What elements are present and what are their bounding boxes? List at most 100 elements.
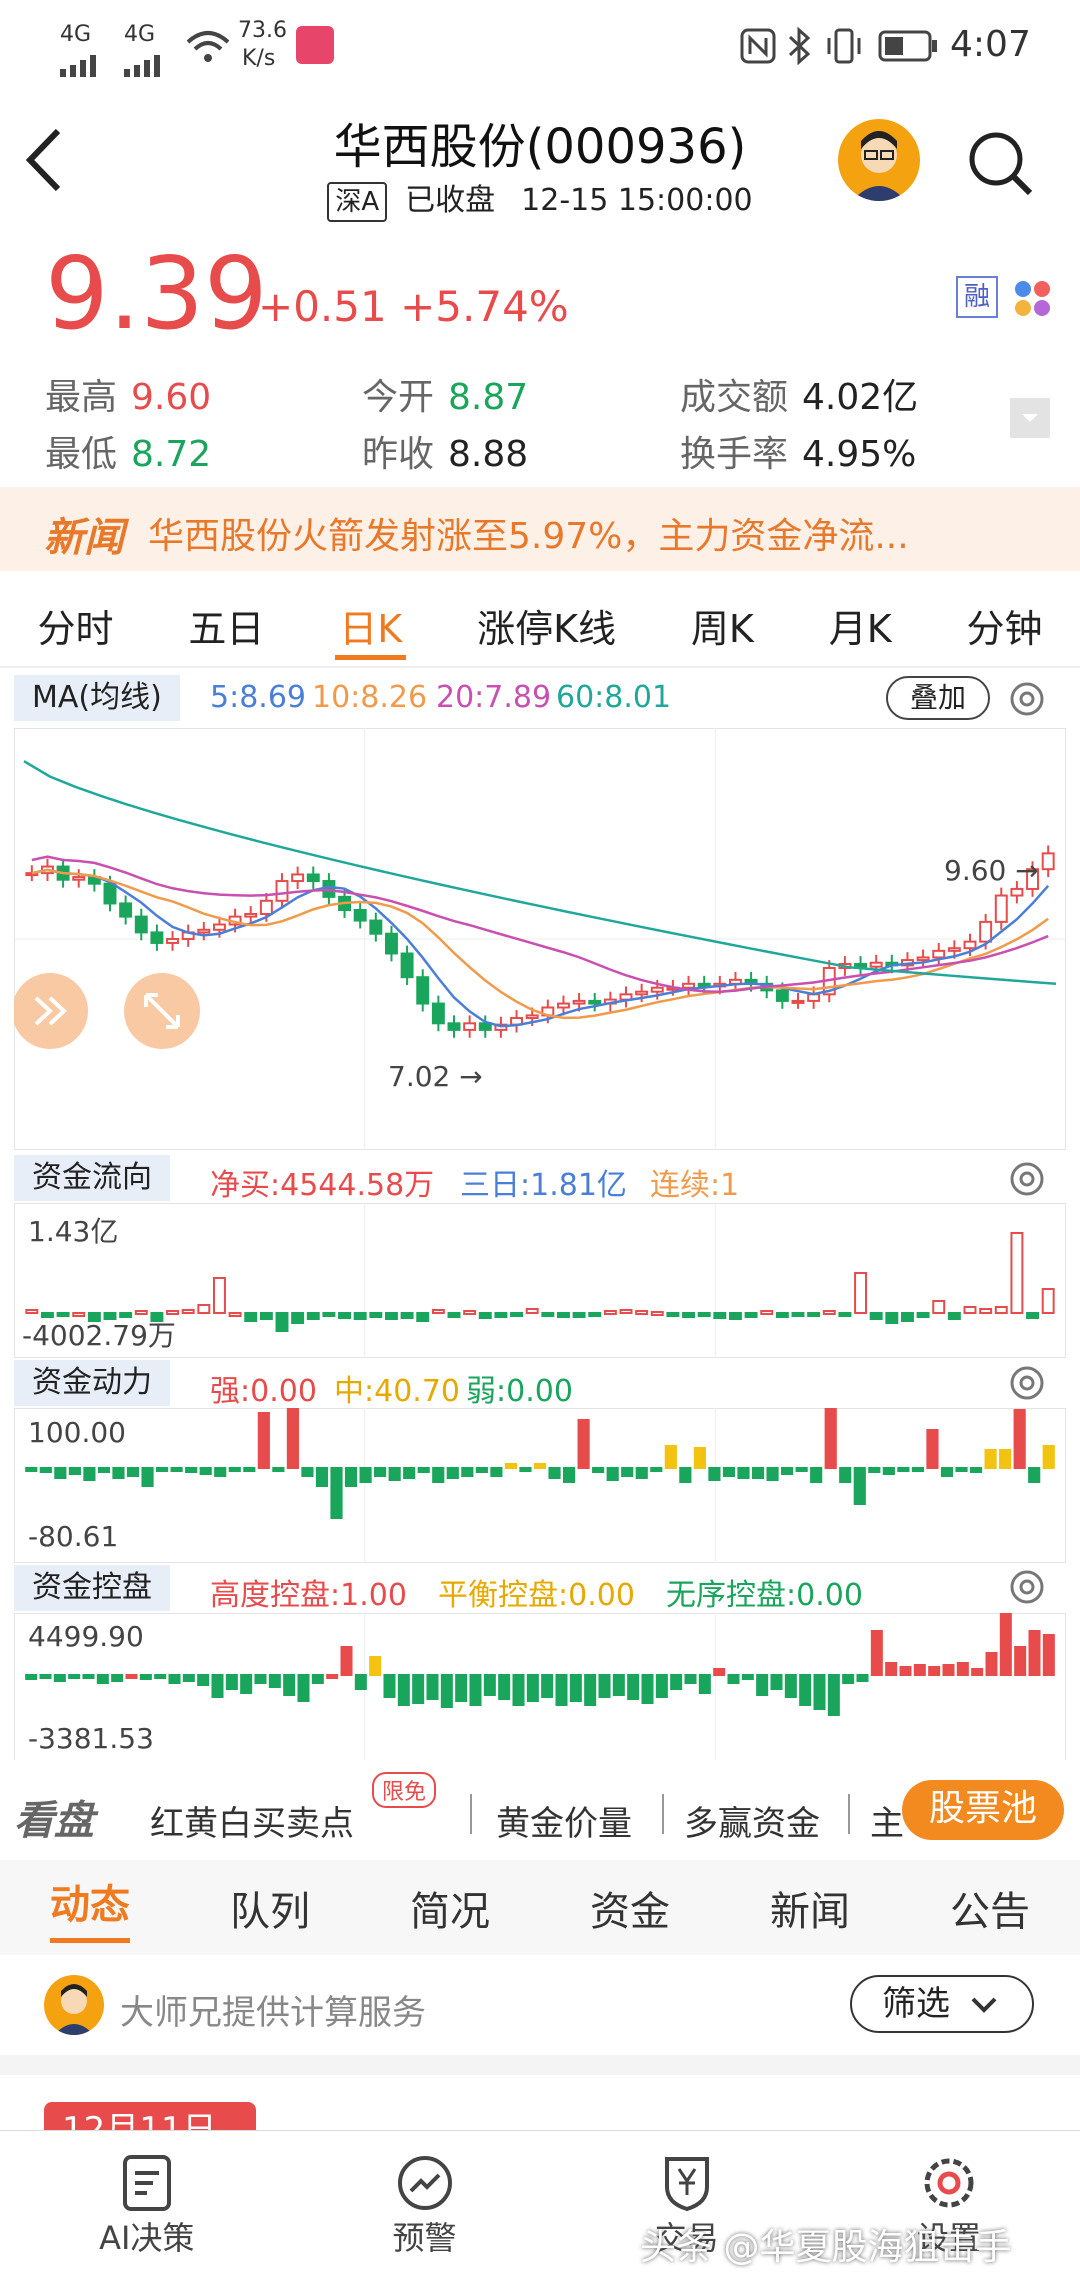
- bar: [824, 1408, 837, 1469]
- apps-dots-icon[interactable]: [1014, 280, 1052, 322]
- flow-max-label: 1.43亿: [28, 1215, 119, 1248]
- gear-icon[interactable]: [1006, 678, 1048, 724]
- tool-golden-volume[interactable]: 黄金价量: [496, 1796, 632, 1845]
- filter-label: 筛选: [882, 1984, 950, 2024]
- bar: [985, 1652, 998, 1676]
- signal-bars-icon: [60, 46, 104, 86]
- bar: [463, 1310, 477, 1315]
- control-label[interactable]: 资金控盘: [14, 1565, 170, 1611]
- candle: [572, 999, 586, 1005]
- tab-five-day[interactable]: 五日: [184, 590, 268, 660]
- bar: [257, 1412, 270, 1469]
- bar: [770, 1674, 783, 1690]
- nav-ai-decision[interactable]: AI决策: [99, 2131, 194, 2280]
- tab-queue[interactable]: 队列: [230, 1879, 310, 1937]
- bar: [330, 1467, 343, 1519]
- tool-red-yellow-white[interactable]: 红黄白买卖点: [150, 1796, 354, 1845]
- bluetooth-icon: [786, 26, 812, 75]
- signal-label-2: 4G: [124, 22, 156, 47]
- kanpan-title: 看盘: [14, 1798, 94, 1844]
- expand-quote-button[interactable]: [1010, 398, 1050, 438]
- margin-badge[interactable]: 融: [956, 276, 998, 318]
- bar: [311, 1674, 324, 1684]
- stat-amount: 成交额 4.02亿: [680, 377, 919, 418]
- bar: [541, 1674, 554, 1698]
- bar: [572, 1312, 586, 1318]
- bar: [969, 1467, 983, 1473]
- ma-label[interactable]: MA(均线): [14, 675, 180, 721]
- bar: [708, 1467, 721, 1481]
- bar: [822, 1310, 836, 1315]
- bar: [766, 1467, 779, 1481]
- news-headline[interactable]: 华西股份火箭发射涨至5.97%，主力资金净流...: [148, 507, 909, 559]
- search-icon[interactable]: [966, 129, 1036, 203]
- bar: [882, 1467, 895, 1475]
- bar: [490, 1467, 503, 1477]
- tab-weekly-k[interactable]: 周K: [687, 590, 758, 660]
- bar: [112, 1467, 125, 1479]
- candle: [588, 999, 602, 1005]
- stock-pool-button[interactable]: 股票池: [902, 1780, 1064, 1840]
- tab-announcements[interactable]: 公告: [950, 1879, 1030, 1937]
- gear-icon[interactable]: [1006, 1158, 1048, 1204]
- tab-minute[interactable]: 分钟: [963, 590, 1047, 660]
- candle: [854, 963, 868, 968]
- gear-icon[interactable]: [1006, 1566, 1048, 1612]
- bar: [603, 1310, 617, 1315]
- bar: [25, 1674, 38, 1680]
- control-min-label: -3381.53: [28, 1722, 154, 1755]
- bar: [810, 1467, 823, 1483]
- candle: [556, 1002, 570, 1009]
- tool-multi-win-fund[interactable]: 多赢资金: [684, 1796, 820, 1845]
- bar: [53, 1674, 66, 1682]
- tab-funds[interactable]: 资金: [590, 1879, 670, 1937]
- flow-label[interactable]: 资金流向: [14, 1155, 170, 1201]
- bar: [431, 1309, 445, 1314]
- bar: [670, 1674, 683, 1690]
- bar: [842, 1674, 855, 1684]
- bar: [722, 1467, 736, 1477]
- ma60-legend: 60:8.01: [556, 680, 672, 715]
- ma10-legend: 10:8.26: [312, 680, 428, 715]
- filter-button[interactable]: 筛选: [850, 1975, 1034, 2033]
- candle: [1041, 852, 1055, 871]
- tab-monthly-k[interactable]: 月K: [825, 590, 896, 660]
- advisor-avatar[interactable]: [838, 119, 920, 201]
- bar: [374, 1467, 387, 1477]
- fund-power-chart: [14, 1408, 1066, 1563]
- tool-more[interactable]: 主: [870, 1796, 904, 1845]
- bar: [1013, 1409, 1026, 1469]
- bar: [641, 1674, 654, 1704]
- bar: [741, 1674, 754, 1680]
- overlay-button[interactable]: 叠加: [886, 676, 990, 720]
- status-bar: 4G 4G 73.6 K/s 4:07: [0, 0, 1080, 95]
- bar: [82, 1674, 95, 1679]
- nav-alert[interactable]: 预警: [393, 2131, 457, 2280]
- stat-open: 今开 8.87: [362, 377, 529, 418]
- candle: [916, 956, 930, 962]
- tab-activity[interactable]: 动态: [50, 1872, 130, 1943]
- candlestick-chart[interactable]: 9.60 → 7.02 →: [14, 728, 1066, 1150]
- bar: [384, 1312, 398, 1320]
- bar: [984, 1449, 997, 1469]
- tab-limit-up-k[interactable]: 涨停K线: [473, 590, 620, 660]
- bar: [254, 1674, 267, 1684]
- bar: [68, 1674, 81, 1679]
- signal-label-1: 4G: [60, 22, 92, 47]
- tab-intraday[interactable]: 分时: [33, 590, 117, 660]
- news-ticker[interactable]: 新闻 华西股份火箭发射涨至5.97%，主力资金净流...: [0, 487, 1080, 571]
- bar: [533, 1463, 547, 1469]
- candle: [166, 938, 180, 944]
- bar: [125, 1674, 138, 1679]
- bar: [353, 1312, 367, 1320]
- power-label[interactable]: 资金动力: [14, 1360, 170, 1406]
- power-min-label: -80.61: [28, 1520, 119, 1553]
- ma5-legend: 5:8.69: [210, 680, 306, 715]
- tab-daily-k[interactable]: 日K: [335, 590, 407, 660]
- bar: [228, 1467, 241, 1472]
- clock: 4:07: [950, 24, 1031, 65]
- tab-news[interactable]: 新闻: [770, 1879, 850, 1937]
- gear-icon[interactable]: [1006, 1362, 1048, 1408]
- bar: [39, 1674, 52, 1679]
- tab-profile[interactable]: 简况: [410, 1879, 490, 1937]
